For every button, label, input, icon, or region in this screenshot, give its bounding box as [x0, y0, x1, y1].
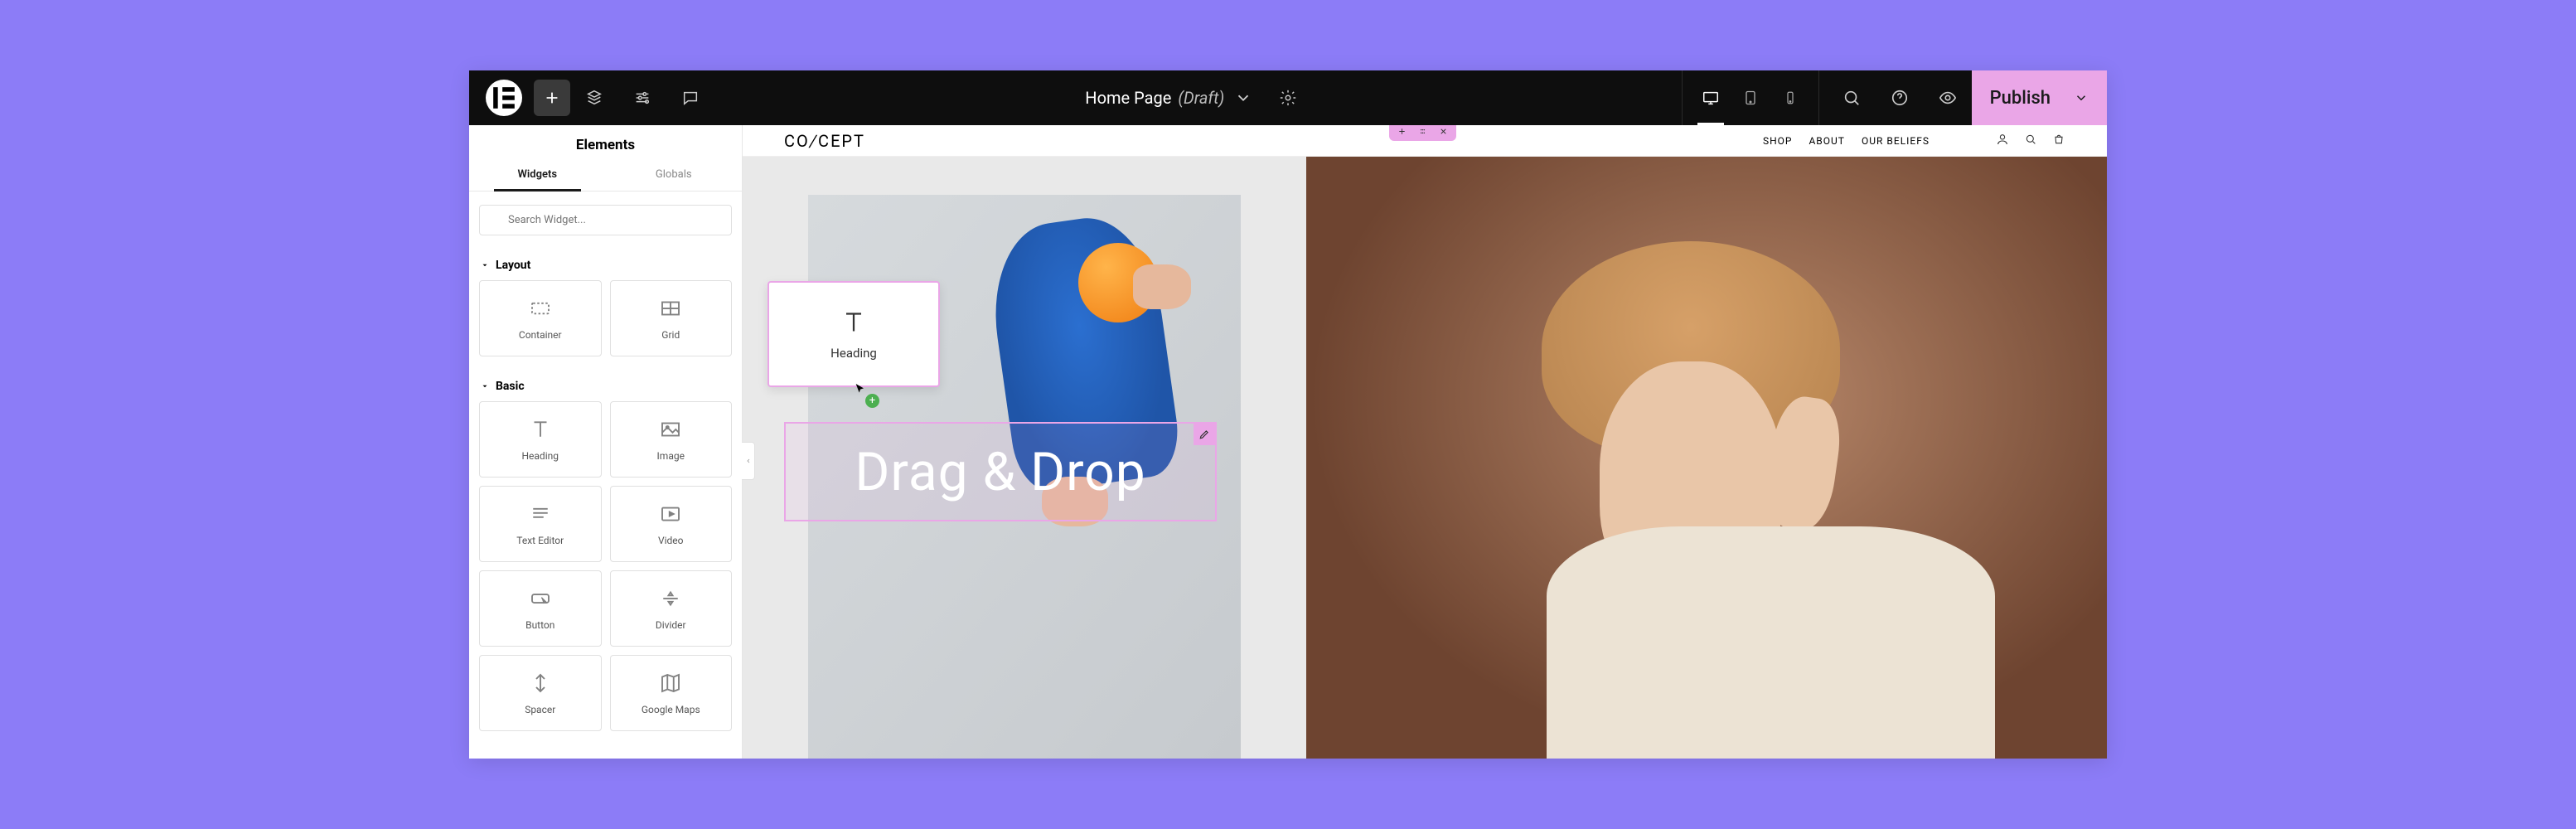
hero-left: Drag & Drop Heading + — [743, 157, 1306, 759]
comments-icon[interactable] — [666, 70, 714, 125]
settings-sliders-icon[interactable] — [618, 70, 666, 125]
nav-shop[interactable]: SHOP — [1763, 135, 1793, 147]
search-icon[interactable] — [2024, 133, 2037, 148]
widget-container[interactable]: Container — [479, 280, 602, 356]
site-nav: SHOP ABOUT OUR BELIEFS — [1763, 133, 2065, 148]
page-status: (Draft) — [1178, 88, 1224, 108]
search-icon[interactable] — [1828, 70, 1876, 125]
chevron-down-icon — [2074, 90, 2089, 105]
add-element-button[interactable] — [534, 80, 570, 116]
sidebar-tabs: Widgets Globals — [469, 160, 742, 191]
top-bar: Home Page (Draft) — [469, 70, 2107, 125]
section-basic-label: Basic — [496, 380, 525, 393]
close-icon[interactable] — [1439, 127, 1448, 138]
app-window: Home Page (Draft) — [469, 70, 2107, 759]
drag-handle-icon[interactable] — [1418, 127, 1427, 138]
device-mobile[interactable] — [1770, 70, 1810, 125]
help-icon[interactable] — [1876, 70, 1924, 125]
search-widget-input[interactable] — [479, 205, 732, 235]
sidebar-title: Elements — [469, 125, 742, 160]
hero-right — [1306, 157, 2107, 759]
widget-image[interactable]: Image — [610, 401, 733, 478]
sidebar: Elements Widgets Globals Layout Containe… — [469, 125, 743, 759]
widget-button[interactable]: Button — [479, 570, 602, 647]
canvas-content: Drag & Drop Heading + — [743, 157, 2107, 759]
drag-preview-label: Heading — [830, 346, 877, 361]
tab-globals[interactable]: Globals — [606, 160, 743, 191]
widget-grid[interactable]: Grid — [610, 280, 733, 356]
drop-target[interactable]: Drag & Drop — [784, 422, 1217, 521]
collapse-sidebar-button[interactable] — [742, 442, 755, 480]
user-icon[interactable] — [1996, 133, 2009, 148]
edit-element-icon[interactable] — [1194, 424, 1215, 445]
widget-video[interactable]: Video — [610, 486, 733, 562]
page-settings-icon[interactable] — [1274, 70, 1302, 125]
main: Elements Widgets Globals Layout Containe… — [469, 125, 2107, 759]
widget-spacer[interactable]: Spacer — [479, 655, 602, 731]
top-bar-center: Home Page (Draft) — [714, 70, 1673, 125]
cart-icon[interactable] — [2052, 133, 2065, 148]
add-section-icon[interactable] — [1397, 127, 1407, 138]
section-toolbar — [1389, 125, 1456, 141]
nav-about[interactable]: ABOUT — [1809, 135, 1845, 147]
elementor-logo[interactable] — [486, 80, 522, 116]
widget-divider[interactable]: Divider — [610, 570, 733, 647]
top-bar-left — [469, 70, 714, 125]
heading-icon — [839, 308, 869, 337]
page-title: Home Page — [1085, 88, 1171, 108]
widget-text-editor[interactable]: Text Editor — [479, 486, 602, 562]
drop-target-text: Drag & Drop — [855, 441, 1145, 503]
drag-preview-heading[interactable]: Heading — [767, 281, 940, 387]
publish-label: Publish — [1990, 88, 2051, 109]
cursor-icon — [854, 382, 867, 395]
hero-image-right — [1306, 157, 2107, 759]
structure-icon[interactable] — [570, 70, 618, 125]
caret-down-icon — [481, 382, 489, 390]
device-desktop[interactable] — [1691, 70, 1731, 125]
publish-button[interactable]: Publish — [1972, 70, 2107, 125]
section-layout-header[interactable]: Layout — [469, 244, 742, 280]
device-switcher — [1691, 70, 1810, 125]
widget-heading[interactable]: Heading — [479, 401, 602, 478]
preview-icon[interactable] — [1924, 70, 1972, 125]
widget-google-maps[interactable]: Google Maps — [610, 655, 733, 731]
nav-beliefs[interactable]: OUR BELIEFS — [1862, 135, 1930, 147]
device-tablet[interactable] — [1731, 70, 1770, 125]
caret-down-icon — [481, 261, 489, 269]
section-layout-label: Layout — [496, 259, 530, 272]
brand-logo[interactable]: CO/CEPT — [784, 131, 865, 151]
drop-plus-icon: + — [865, 394, 879, 408]
chevron-down-icon[interactable] — [1231, 70, 1256, 125]
section-basic-header[interactable]: Basic — [469, 365, 742, 401]
canvas: CO/CEPT SHOP ABOUT OUR BELIEFS — [743, 125, 2107, 759]
tab-widgets[interactable]: Widgets — [469, 160, 606, 191]
